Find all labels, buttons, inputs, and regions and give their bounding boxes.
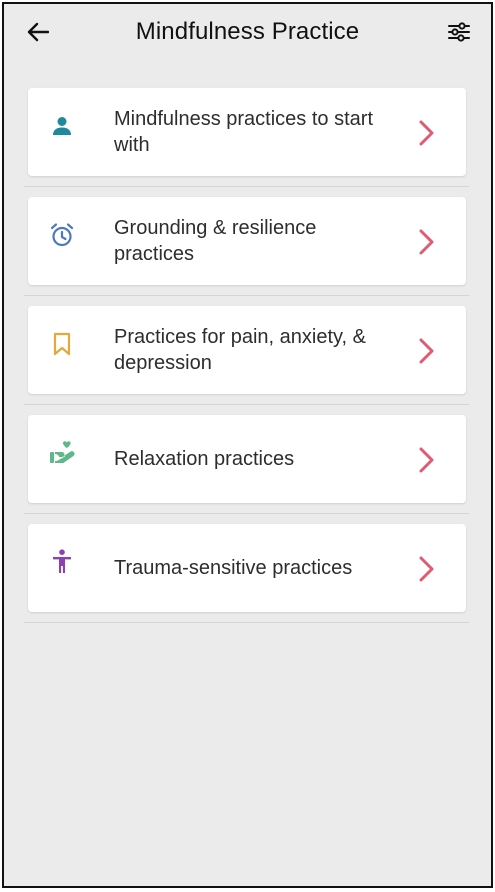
- category-card-relaxation[interactable]: Relaxation practices: [28, 415, 466, 503]
- category-card-pain-anxiety[interactable]: Practices for pain, anxiety, & depressio…: [28, 306, 466, 394]
- sliders-icon: [448, 22, 470, 42]
- chevron-right-icon: [416, 554, 438, 584]
- category-card-mindfulness-start[interactable]: Mindfulness practices to start with: [28, 88, 466, 176]
- chevron-right-icon: [416, 227, 438, 257]
- category-card-trauma-sensitive[interactable]: Trauma-sensitive practices: [28, 524, 466, 612]
- arrow-left-icon: [27, 22, 49, 42]
- list-item: Relaxation practices: [24, 405, 469, 514]
- accessibility-figure-icon: [48, 548, 76, 576]
- chevron-right-icon: [416, 336, 438, 366]
- list-item: Practices for pain, anxiety, & depressio…: [24, 296, 469, 405]
- card-label: Relaxation practices: [114, 448, 295, 470]
- card-label: Trauma-sensitive practices: [114, 557, 353, 579]
- filter-button[interactable]: [443, 16, 475, 48]
- card-label: Mindfulness practices to start with: [114, 108, 373, 156]
- chevron-right-icon: [416, 118, 438, 148]
- back-button[interactable]: [22, 16, 54, 48]
- card-label: Grounding & resilience practices: [114, 217, 317, 265]
- app-header: Mindfulness Practice: [4, 4, 491, 62]
- list-item: Grounding & resilience practices: [24, 187, 469, 296]
- page-title: Mindfulness Practice: [135, 18, 360, 45]
- bookmark-icon: [48, 330, 76, 358]
- card-label: Practices for pain, anxiety, & depressio…: [114, 326, 366, 374]
- practice-category-list: Mindfulness practices to start with Grou…: [24, 88, 469, 623]
- alarm-clock-icon: [48, 221, 76, 249]
- person-icon: [48, 112, 76, 140]
- list-item: Mindfulness practices to start with: [24, 88, 469, 187]
- chevron-right-icon: [416, 445, 438, 475]
- app-screen: Mindfulness Practice Mindfulness practic…: [2, 2, 493, 888]
- category-card-grounding[interactable]: Grounding & resilience practices: [28, 197, 466, 285]
- hand-heart-icon: [48, 439, 76, 467]
- list-item: Trauma-sensitive practices: [24, 514, 469, 623]
